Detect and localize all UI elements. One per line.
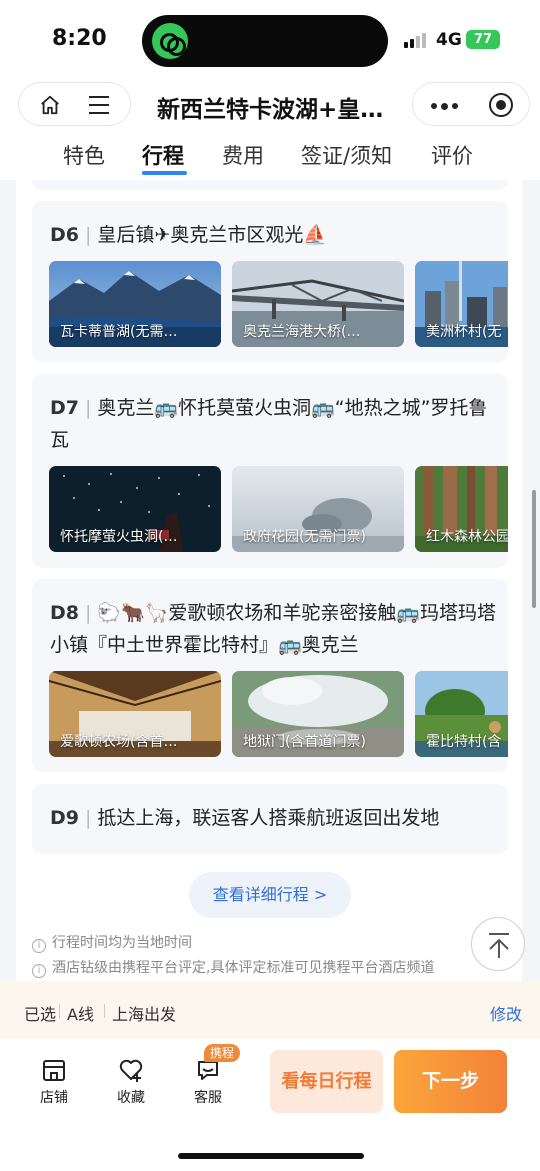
day-card-d8[interactable]: D8 | 🐑🐂🦙爱歌顿农场和羊驼亲密接触🚌玛塔玛塔小镇『中土世界霍比特村』🚌奥克兰 … [32,579,508,772]
spot-label: 爱歌顿农场(含首… [60,734,178,750]
divider [59,1004,60,1018]
daily-itinerary-button[interactable]: 看每日行程 [270,1050,383,1113]
spot-thumbnails: 爱歌顿农场(含首… 地狱门(含首道门票) 霍比特村(含 [49,671,508,757]
selection-bar: 已选 A线 上海出发 修改 [0,981,540,1039]
spot-card[interactable]: 奥克兰海港大桥(… [232,261,404,347]
day-heading: D7 | 奥克兰🚌怀托莫萤火虫洞🚌“地热之城”罗托鲁瓦 [50,397,488,451]
day-card-d7[interactable]: D7 | 奥克兰🚌怀托莫萤火虫洞🚌“地热之城”罗托鲁瓦 怀托摩萤火虫洞(… 政府… [32,374,508,568]
spot-label: 地狱门(含首道门票) [243,734,366,750]
battery-icon: 77 [466,30,500,49]
day-card-d6[interactable]: D6 | 皇后镇✈奥克兰市区观光⛵ 瓦卡蒂普湖(无需… 奥克兰海港大桥(… 美洲… [32,201,508,362]
modify-link[interactable]: 修改 [490,1001,522,1025]
selected-departure: 上海出发 [112,1005,177,1024]
tab-features[interactable]: 特色 [63,140,105,170]
customer-service-button[interactable]: 客服 [178,1057,238,1111]
day-heading: D9 | 抵达上海，联运客人搭乘航班返回出发地 [50,807,440,829]
selected-line: A线 [67,1005,94,1024]
store-icon [43,1060,65,1081]
menu-icon[interactable] [89,96,109,114]
spot-label: 瓦卡蒂普湖(无需… [60,324,178,340]
spot-label: 怀托摩萤火虫洞(… [60,529,178,545]
network-type: 4G [436,30,462,50]
spot-card[interactable]: 怀托摩萤火虫洞(… [49,466,221,552]
spot-card[interactable]: 美洲杯村(无 [415,261,508,347]
info-icon: i [32,964,46,978]
page-title: 新西兰特卡波湖+皇… [157,97,384,123]
home-indicator[interactable] [178,1153,364,1159]
tab-visa-notice[interactable]: 签证/须知 [301,140,392,170]
favorite-button[interactable]: 收藏 [101,1057,161,1111]
day-title: 抵达上海，联运客人搭乘航班返回出发地 [97,807,440,829]
day-title: 皇后镇✈奥克兰市区观光⛵ [97,224,327,246]
view-detailed-itinerary-button[interactable]: 查看详细行程 > [189,872,351,918]
info-icon: i [32,939,46,953]
tab-reviews[interactable]: 评价 [431,140,473,170]
store-button[interactable]: 店铺 [24,1057,84,1111]
day-card-d9[interactable]: D9 | 抵达上海，联运客人搭乘航班返回出发地 [32,784,508,854]
previous-day-card [32,180,508,190]
spot-card[interactable]: 地狱门(含首道门票) [232,671,404,757]
arrow-up-icon [489,933,509,958]
favorite-label: 收藏 [117,1090,145,1106]
signal-icon [404,32,430,48]
spot-card[interactable]: 瓦卡蒂普湖(无需… [49,261,221,347]
next-step-button[interactable]: 下一步 [394,1050,507,1113]
scrollbar[interactable] [532,490,536,608]
spot-thumbnails: 瓦卡蒂普湖(无需… 奥克兰海港大桥(… 美洲杯村(无 [49,261,508,347]
spot-card[interactable]: 红木森林公园 [415,466,508,552]
tab-bar: 特色 行程 费用 签证/须知 评价 [0,136,540,180]
status-time: 8:20 [52,26,107,51]
ctrip-badge: 携程 [204,1044,241,1062]
itinerary-content[interactable]: D6 | 皇后镇✈奥克兰市区观光⛵ 瓦卡蒂普湖(无需… 奥克兰海港大桥(… 美洲… [0,180,540,981]
nav-bar: 新西兰特卡波湖+皇… [0,80,540,132]
day-heading: D8 | 🐑🐂🦙爱歌顿农场和羊驼亲密接触🚌玛塔玛塔小镇『中土世界霍比特村』🚌奥克兰 [50,602,497,656]
spot-label: 霍比特村(含 [426,734,502,750]
close-target-icon[interactable] [489,93,513,117]
tab-fees[interactable]: 费用 [222,140,264,170]
day-heading: D6 | 皇后镇✈奥克兰市区观光⛵ [50,224,327,246]
note-hotel-rating: i 酒店钻级由携程平台评定,具体评定标准可见携程平台酒店频道 [32,957,434,978]
divider [104,1004,105,1018]
day-title: 🐑🐂🦙爱歌顿农场和羊驼亲密接触🚌玛塔玛塔小镇『中土世界霍比特村』🚌奥克兰 [50,602,497,656]
home-icon[interactable] [39,94,61,116]
day-number: D7 [50,397,79,419]
spot-label: 奥克兰海港大桥(… [243,324,361,340]
day-number: D8 [50,602,79,624]
day-number: D6 [50,224,79,246]
back-to-top-button[interactable] [471,917,525,971]
spot-card[interactable]: 霍比特村(含 [415,671,508,757]
status-bar: 8:20 4G 77 [0,0,540,80]
note-local-time: i 行程时间均为当地时间 [32,932,192,953]
service-label: 客服 [194,1090,222,1106]
linked-rings-icon [152,23,188,59]
heart-plus-icon [119,1059,143,1082]
mini-program-capsule [412,82,530,126]
more-icon[interactable] [431,102,459,110]
store-label: 店铺 [40,1090,68,1106]
spot-card[interactable]: 政府花园(无需门票) [232,466,404,552]
spot-thumbnails: 怀托摩萤火虫洞(… 政府花园(无需门票) 红木森林公园 [49,466,508,552]
spot-label: 政府花园(无需门票) [243,529,366,545]
tab-itinerary[interactable]: 行程 [142,140,184,170]
spot-label: 红木森林公园 [426,529,508,545]
selected-label: 已选 [24,1005,57,1024]
nav-left-capsule [18,82,131,126]
day-title: 奥克兰🚌怀托莫萤火虫洞🚌“地热之城”罗托鲁瓦 [50,397,488,451]
active-tab-indicator [142,171,187,175]
spot-card[interactable]: 爱歌顿农场(含首… [49,671,221,757]
dynamic-island [142,15,388,67]
itinerary-panel: D6 | 皇后镇✈奥克兰市区观光⛵ 瓦卡蒂普湖(无需… 奥克兰海港大桥(… 美洲… [16,180,522,981]
day-number: D9 [50,807,79,829]
spot-label: 美洲杯村(无 [426,324,502,340]
